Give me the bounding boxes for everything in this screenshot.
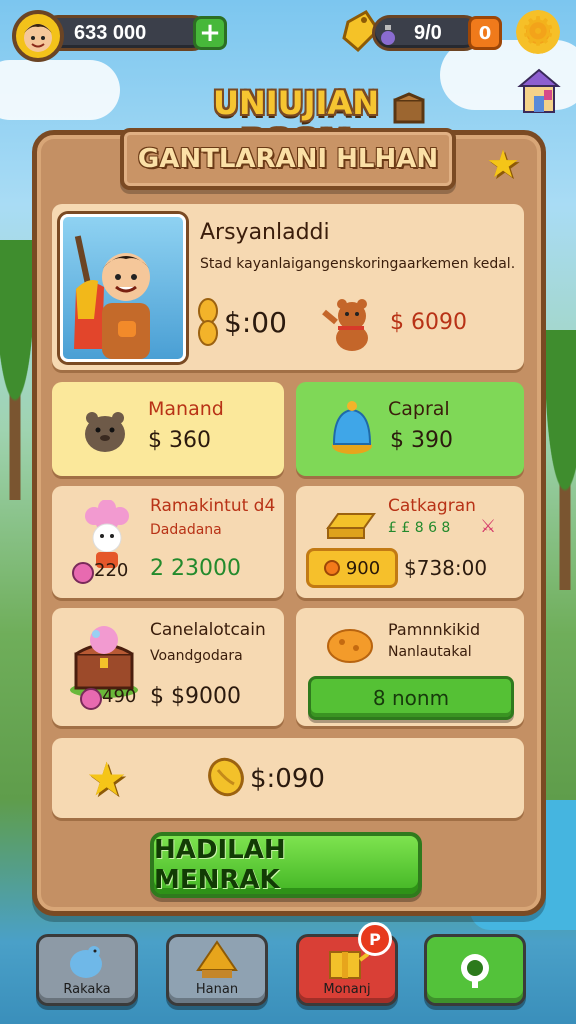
search-icon (461, 954, 489, 988)
peanut-icon (196, 296, 220, 348)
card-title-catkagran: Catkagran (388, 496, 476, 516)
bell-icon (328, 398, 376, 458)
hero-price-left: $:00 (224, 306, 287, 339)
card-subtitle-pamnnkikid: Nanlautakal (388, 644, 472, 660)
hero-description: Stad kayanlaigangenskoringaarkemen kedal… (200, 256, 516, 272)
settings-gear-icon[interactable]: ⚙ (516, 9, 560, 55)
card-price-manand: $ 360 (148, 428, 211, 453)
badge-icon (80, 688, 102, 710)
claim-reward-button[interactable]: HADILAH MENRAK (150, 832, 422, 898)
badge-icon (72, 562, 94, 584)
star-icon[interactable]: ★ (486, 142, 520, 186)
energy-button[interactable]: 0 (468, 16, 502, 50)
face-icon (24, 24, 52, 52)
hero-name: Arsyanladdi (200, 220, 330, 245)
card-price-canelalotcain: $ $9000 (150, 684, 241, 709)
nav-rakaka[interactable]: Rakaka (36, 934, 138, 1006)
star-icon: ★ (86, 752, 128, 806)
hero-character-icon (74, 235, 150, 359)
crate-icon (392, 92, 426, 130)
pill-value: 900 (345, 557, 381, 579)
potion-icon (378, 24, 398, 46)
hero-portrait (60, 214, 186, 362)
bird-icon (70, 946, 102, 978)
orange-gem-icon (323, 560, 340, 576)
pyramid-icon (196, 940, 238, 978)
notification-badge: P (358, 922, 392, 956)
card-price-capral: $ 390 (390, 428, 453, 453)
summary-price: $:090 (250, 764, 325, 794)
card-pill-catkagran[interactable]: 900 (306, 548, 398, 588)
card-title-canelalotcain: Canelalotcain (150, 620, 266, 640)
board-title: GANTLARANI HLHAN (137, 144, 439, 174)
gold-coin-icon (206, 756, 246, 798)
add-coins-button[interactable]: + (193, 16, 227, 50)
player-avatar[interactable] (12, 10, 64, 62)
nav-search[interactable] (424, 934, 526, 1006)
board-header: GANTLARANI HLHAN (120, 128, 456, 190)
nav-label: Rakaka (63, 982, 111, 997)
card-subtitle-ramakintut: Dadadana (150, 522, 222, 538)
hero-price-right: $ 6090 (390, 310, 467, 335)
card-price-catkagran: $738:00 (404, 556, 488, 580)
energy-amount: 9/0 (414, 22, 442, 44)
sword-icon: ⚔ (480, 516, 497, 537)
bear-icon (320, 292, 382, 354)
card-subtitle-canelalotcain: Voandgodara (150, 648, 243, 664)
cookie-icon (324, 624, 376, 666)
mole-icon (78, 400, 132, 458)
card-subtitle-catkagran: £ £ 8 6 8 (388, 520, 451, 536)
coin-amount: 633 000 (74, 22, 147, 44)
nav-label: Monanj (323, 982, 371, 997)
card-badge-ramakintut: 220 (94, 560, 129, 581)
card-title-ramakintut: Ramakintut d4 (150, 496, 276, 516)
card-badge-canelalotcain: 490 (102, 686, 137, 707)
card-title-pamnnkikid: Pamnnkikid (388, 620, 481, 639)
gold-bar-icon (322, 502, 380, 544)
card-action-button[interactable]: 8 nonm (308, 676, 514, 720)
nav-hanan[interactable]: Hanan (166, 934, 268, 1006)
card-title-manand: Manand (148, 398, 224, 420)
card-title-capral: Capral (388, 398, 450, 420)
shop-house-icon[interactable] (516, 66, 562, 116)
nav-label: Hanan (195, 982, 239, 997)
cloud (0, 60, 120, 120)
card-price-ramakintut: 2 23000 (150, 556, 241, 581)
